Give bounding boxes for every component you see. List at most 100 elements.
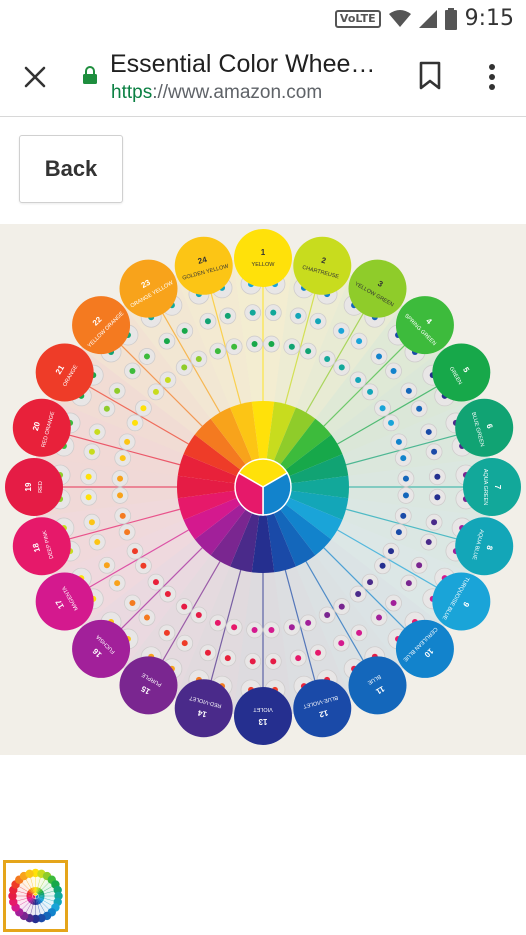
- scheme-swatch-dot: [355, 591, 362, 598]
- color-swatch: [25, 869, 34, 878]
- scheme-swatch-dot: [402, 492, 409, 499]
- scheme-swatch-dot: [163, 338, 170, 345]
- color-label-circle: 17MAGENTA: [35, 572, 94, 631]
- color-swatch: [12, 398, 71, 457]
- color-label-circle: 23ORANGE YELLOW: [119, 259, 178, 318]
- scheme-swatch-dot: [231, 343, 238, 350]
- scheme-swatch-dot: [195, 612, 202, 619]
- color-swatch: [432, 343, 491, 402]
- scheme-swatch-dot: [214, 619, 221, 626]
- scheme-swatch-dot: [388, 548, 395, 555]
- scheme-swatch-dot: [367, 388, 374, 395]
- color-label-circle: 5GREEN: [432, 343, 491, 402]
- primary-hub: [234, 458, 292, 516]
- color-swatch: [119, 656, 178, 715]
- scheme-swatch-dot: [124, 438, 131, 445]
- color-label-circle: 4SPRING GREEN: [395, 296, 454, 355]
- scheme-swatch-dot: [129, 600, 136, 607]
- scheme-swatch-dot: [390, 600, 397, 607]
- volte-badge-icon: VoLTE: [334, 9, 381, 28]
- scheme-swatch-dot: [117, 475, 124, 482]
- scheme-swatch-dot: [181, 364, 188, 371]
- scheme-swatch-dot: [152, 388, 159, 395]
- close-button[interactable]: [20, 62, 50, 92]
- scheme-swatch-dot: [268, 626, 275, 633]
- color-label-circle: [25, 869, 34, 878]
- color-label-circle: 11BLUE: [348, 656, 407, 715]
- color-swatch: [119, 259, 178, 318]
- scheme-swatch-dot: [143, 614, 150, 621]
- color-label-circle: 22YELLOW ORANGE: [72, 296, 131, 355]
- scheme-swatch-dot: [124, 529, 131, 536]
- image-thumbnail[interactable]: [3, 860, 68, 932]
- color-label-circle: 16FUCHSIA: [72, 619, 131, 678]
- scheme-swatch-dot: [338, 364, 345, 371]
- color-number: 1: [261, 248, 266, 257]
- color-label-circle: 18 DEEP PINK: [12, 517, 71, 576]
- color-swatch: [348, 259, 407, 318]
- color-label-circle: 3YELLOW GREEN: [348, 259, 407, 318]
- scheme-swatch-dot: [288, 343, 295, 350]
- scheme-swatch-dot: [400, 512, 407, 519]
- color-swatch: [35, 572, 94, 631]
- scheme-swatch-dot: [164, 376, 171, 383]
- scheme-swatch-dot: [305, 619, 312, 626]
- color-name: VIOLET: [253, 706, 273, 712]
- color-swatch: [12, 517, 71, 576]
- color-swatch: [348, 656, 407, 715]
- status-time: 9:15: [464, 6, 514, 31]
- scheme-swatch-dot: [163, 629, 170, 636]
- color-label-circle: 24GOLDEN YELLOW: [174, 236, 233, 295]
- scheme-swatch-dot: [268, 341, 275, 348]
- color-swatch: [5, 458, 63, 516]
- scheme-swatch-dot: [181, 327, 188, 334]
- scheme-swatch-dot: [356, 338, 363, 345]
- more-options-button[interactable]: [480, 60, 504, 94]
- scheme-swatch-dot: [338, 640, 345, 647]
- scheme-swatch-dot: [395, 529, 402, 536]
- scheme-swatch-dot: [367, 579, 374, 586]
- page-url: https://www.amazon.com: [111, 82, 322, 104]
- page-title: Essential Color Whee…: [110, 50, 376, 78]
- color-swatch: [72, 296, 131, 355]
- scheme-swatch-dot: [270, 309, 277, 316]
- scheme-swatch-dot: [131, 419, 138, 426]
- lock-icon: [83, 66, 97, 84]
- scheme-swatch-dot: [379, 562, 386, 569]
- color-swatch: [455, 398, 514, 457]
- scheme-swatch-dot: [431, 519, 438, 526]
- product-image[interactable]: 1 YELLOW 2 CHARTREUSE 3 YELLOW GREEN 4 SPRING G…: [0, 224, 526, 755]
- color-label-circle: 2CHARTREUSE: [293, 236, 352, 295]
- scheme-swatch-dot: [434, 473, 441, 480]
- scheme-swatch-dot: [195, 355, 202, 362]
- scheme-swatch-dot: [376, 614, 383, 621]
- scheme-swatch-dot: [103, 562, 110, 569]
- scheme-swatch-dot: [379, 405, 386, 412]
- scheme-swatch-dot: [431, 448, 438, 455]
- scheme-swatch-dot: [224, 312, 231, 319]
- color-number: 19: [24, 482, 33, 491]
- back-button[interactable]: Back: [19, 135, 123, 203]
- scheme-swatch-dot: [434, 494, 441, 501]
- color-number: 13: [258, 717, 267, 726]
- scheme-swatch-dot: [376, 353, 383, 360]
- bookmark-button[interactable]: [416, 60, 444, 92]
- color-swatch: [234, 229, 292, 287]
- color-label-circle: 20RED ORANGE: [12, 398, 71, 457]
- scheme-swatch-dot: [140, 562, 147, 569]
- color-label-circle: 8AQUA BLUE: [455, 517, 514, 576]
- color-swatch: [72, 619, 131, 678]
- scheme-swatch-dot: [164, 591, 171, 598]
- scheme-swatch-dot: [315, 649, 322, 656]
- scheme-swatch-dot: [305, 348, 312, 355]
- scheme-swatch-dot: [94, 539, 101, 546]
- battery-icon: [444, 7, 457, 30]
- scheme-swatch-dot: [416, 562, 423, 569]
- color-label-circle: 15PURPLE: [119, 656, 178, 715]
- color-swatch: [395, 619, 454, 678]
- scheme-swatch-dot: [88, 448, 95, 455]
- scheme-swatch-dot: [355, 376, 362, 383]
- more-vert-icon: [489, 64, 495, 90]
- color-swatch: [432, 572, 491, 631]
- scheme-swatch-dot: [400, 455, 407, 462]
